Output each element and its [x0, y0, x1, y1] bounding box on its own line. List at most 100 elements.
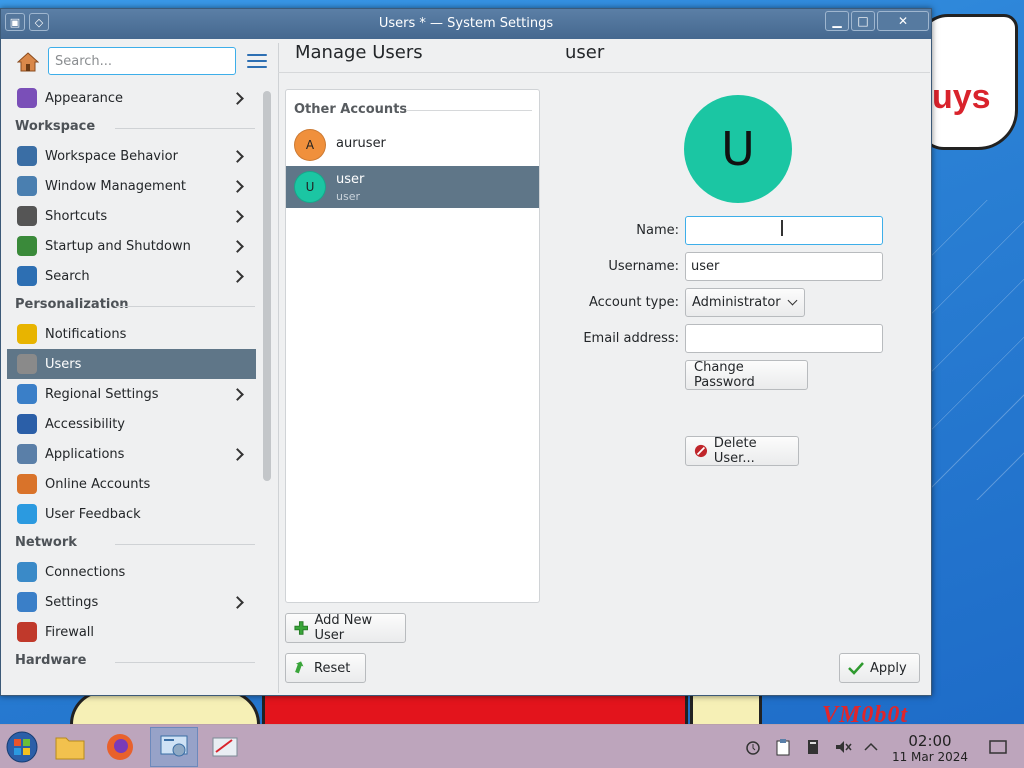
minimize-button[interactable]: ▁ [825, 11, 849, 31]
sidebar-item-search[interactable]: Search [7, 261, 256, 291]
startup-and-shutdown-icon [17, 236, 37, 256]
desktop-watermark: VM0b0t [822, 702, 909, 724]
shortcuts-icon [17, 206, 37, 226]
sidebar-item-label: Firewall [45, 624, 95, 640]
account-name: user [336, 172, 365, 187]
user-avatar-large[interactable]: U [684, 95, 792, 203]
file-manager-taskbar-button[interactable] [50, 727, 90, 767]
folder-icon [55, 737, 85, 760]
volume-muted-icon[interactable] [833, 737, 853, 757]
speech-bubble-text: uys [932, 78, 991, 116]
change-password-button[interactable]: Change Password [685, 360, 808, 390]
delete-user-button[interactable]: Delete User... [685, 436, 799, 466]
username-field[interactable]: user [685, 252, 883, 281]
sidebar-item-label: Connections [45, 564, 126, 580]
system-settings-taskbar-button[interactable] [150, 727, 198, 767]
name-label: Name: [636, 223, 679, 238]
firewall-icon [17, 622, 37, 642]
taskbar: 02:00 11 Mar 2024 [0, 724, 1024, 768]
window-titlebar[interactable]: ▣ ◇ Users * — System Settings ▁ □ ✕ [1, 9, 931, 39]
users-icon [17, 354, 37, 374]
add-new-user-button[interactable]: Add New User [285, 613, 406, 643]
settings-sidebar: Search... Appearance Workspace Workspace B… [7, 43, 277, 693]
account-row-user[interactable]: U user user [286, 166, 539, 208]
applications-icon [17, 444, 37, 464]
account-name: auruser [336, 136, 386, 151]
sidebar-category-workspace: Workspace [15, 119, 255, 134]
email-field[interactable] [685, 324, 883, 353]
clipboard-icon[interactable] [773, 737, 793, 757]
maximize-button[interactable]: □ [851, 11, 875, 31]
start-orb-icon [6, 731, 38, 763]
sidebar-item-appearance[interactable]: Appearance [7, 83, 256, 113]
account-row-auruser[interactable]: A auruser [286, 124, 539, 166]
sidebar-item-label: Appearance [45, 90, 124, 106]
apply-label: Apply [870, 660, 907, 676]
alarm-clock-icon[interactable] [743, 737, 763, 757]
sidebar-list: Appearance Workspace Workspace Behavior Win… [7, 83, 257, 693]
system-settings-icon [160, 735, 188, 757]
avatar: U [294, 171, 326, 203]
clock-date: 11 Mar 2024 [891, 750, 969, 764]
chevron-down-icon [787, 295, 798, 306]
close-button[interactable]: ✕ [877, 11, 929, 31]
clock-time: 02:00 [908, 732, 952, 750]
show-desktop-icon[interactable] [988, 737, 1008, 757]
sidebar-category-hardware: Hardware [15, 653, 255, 668]
firefox-taskbar-button[interactable] [100, 727, 140, 767]
section-divider [406, 110, 532, 111]
sidebar-item-startup-and-shutdown[interactable]: Startup and Shutdown [7, 231, 256, 261]
sidebar-item-regional-settings[interactable]: Regional Settings [7, 379, 256, 409]
sidebar-item-workspace-behavior[interactable]: Workspace Behavior [7, 141, 256, 171]
workspace-behavior-icon [17, 146, 37, 166]
name-field[interactable] [685, 216, 883, 245]
sidebar-item-accessibility[interactable]: Accessibility [7, 409, 256, 439]
sidebar-item-window-management[interactable]: Window Management [7, 171, 256, 201]
sidebar-item-applications[interactable]: Applications [7, 439, 256, 469]
header-divider [278, 72, 930, 73]
account-type-value: Administrator [692, 295, 781, 310]
sidebar-item-label: Accessibility [45, 416, 125, 432]
chevron-right-icon [231, 447, 244, 461]
sidebar-item-label: Search [45, 268, 90, 284]
reset-button[interactable]: Reset [285, 653, 366, 683]
online-accounts-icon [17, 474, 37, 494]
text-editor-taskbar-button[interactable] [205, 727, 245, 767]
device-notifier-icon[interactable] [803, 737, 823, 757]
chevron-up-icon[interactable] [861, 737, 881, 757]
change-password-label: Change Password [694, 360, 755, 390]
chevron-right-icon [231, 269, 244, 283]
sidebar-item-shortcuts[interactable]: Shortcuts [7, 201, 256, 231]
sidebar-item-user-feedback[interactable]: User Feedback [7, 499, 256, 529]
sidebar-item-connections[interactable]: Connections [7, 557, 256, 587]
sidebar-item-label: Regional Settings [45, 386, 159, 402]
start-menu-button[interactable] [2, 727, 42, 767]
search-input[interactable]: Search... [48, 47, 236, 75]
chevron-right-icon [231, 595, 244, 609]
sidebar-category-network: Network [15, 535, 255, 550]
sidebar-header: Search... [7, 43, 277, 83]
sidebar-item-settings[interactable]: Settings [7, 587, 256, 617]
sidebar-scrollbar[interactable] [263, 91, 271, 481]
sidebar-item-users[interactable]: Users [7, 349, 256, 379]
sidebar-item-label: Shortcuts [45, 208, 108, 224]
desktop-decoration [930, 200, 1024, 500]
sidebar-item-online-accounts[interactable]: Online Accounts [7, 469, 256, 499]
digital-clock[interactable]: 02:00 11 Mar 2024 [888, 732, 972, 764]
settings-icon [17, 592, 37, 612]
hamburger-menu-icon[interactable] [247, 54, 267, 70]
add-icon [294, 621, 309, 635]
account-type-select[interactable]: Administrator [685, 288, 805, 317]
chevron-right-icon [231, 149, 244, 163]
accessibility-icon [17, 414, 37, 434]
sidebar-item-notifications[interactable]: Notifications [7, 319, 256, 349]
sidebar-item-label: Workspace Behavior [45, 148, 178, 164]
chevron-right-icon [231, 387, 244, 401]
home-icon[interactable] [17, 51, 39, 73]
sidebar-divider [278, 43, 279, 693]
sidebar-item-firewall[interactable]: Firewall [7, 617, 256, 647]
sidebar-item-label: Notifications [45, 326, 127, 342]
sidebar-item-label: Settings [45, 594, 99, 610]
sidebar-item-label: Applications [45, 446, 125, 462]
apply-button[interactable]: Apply [839, 653, 920, 683]
